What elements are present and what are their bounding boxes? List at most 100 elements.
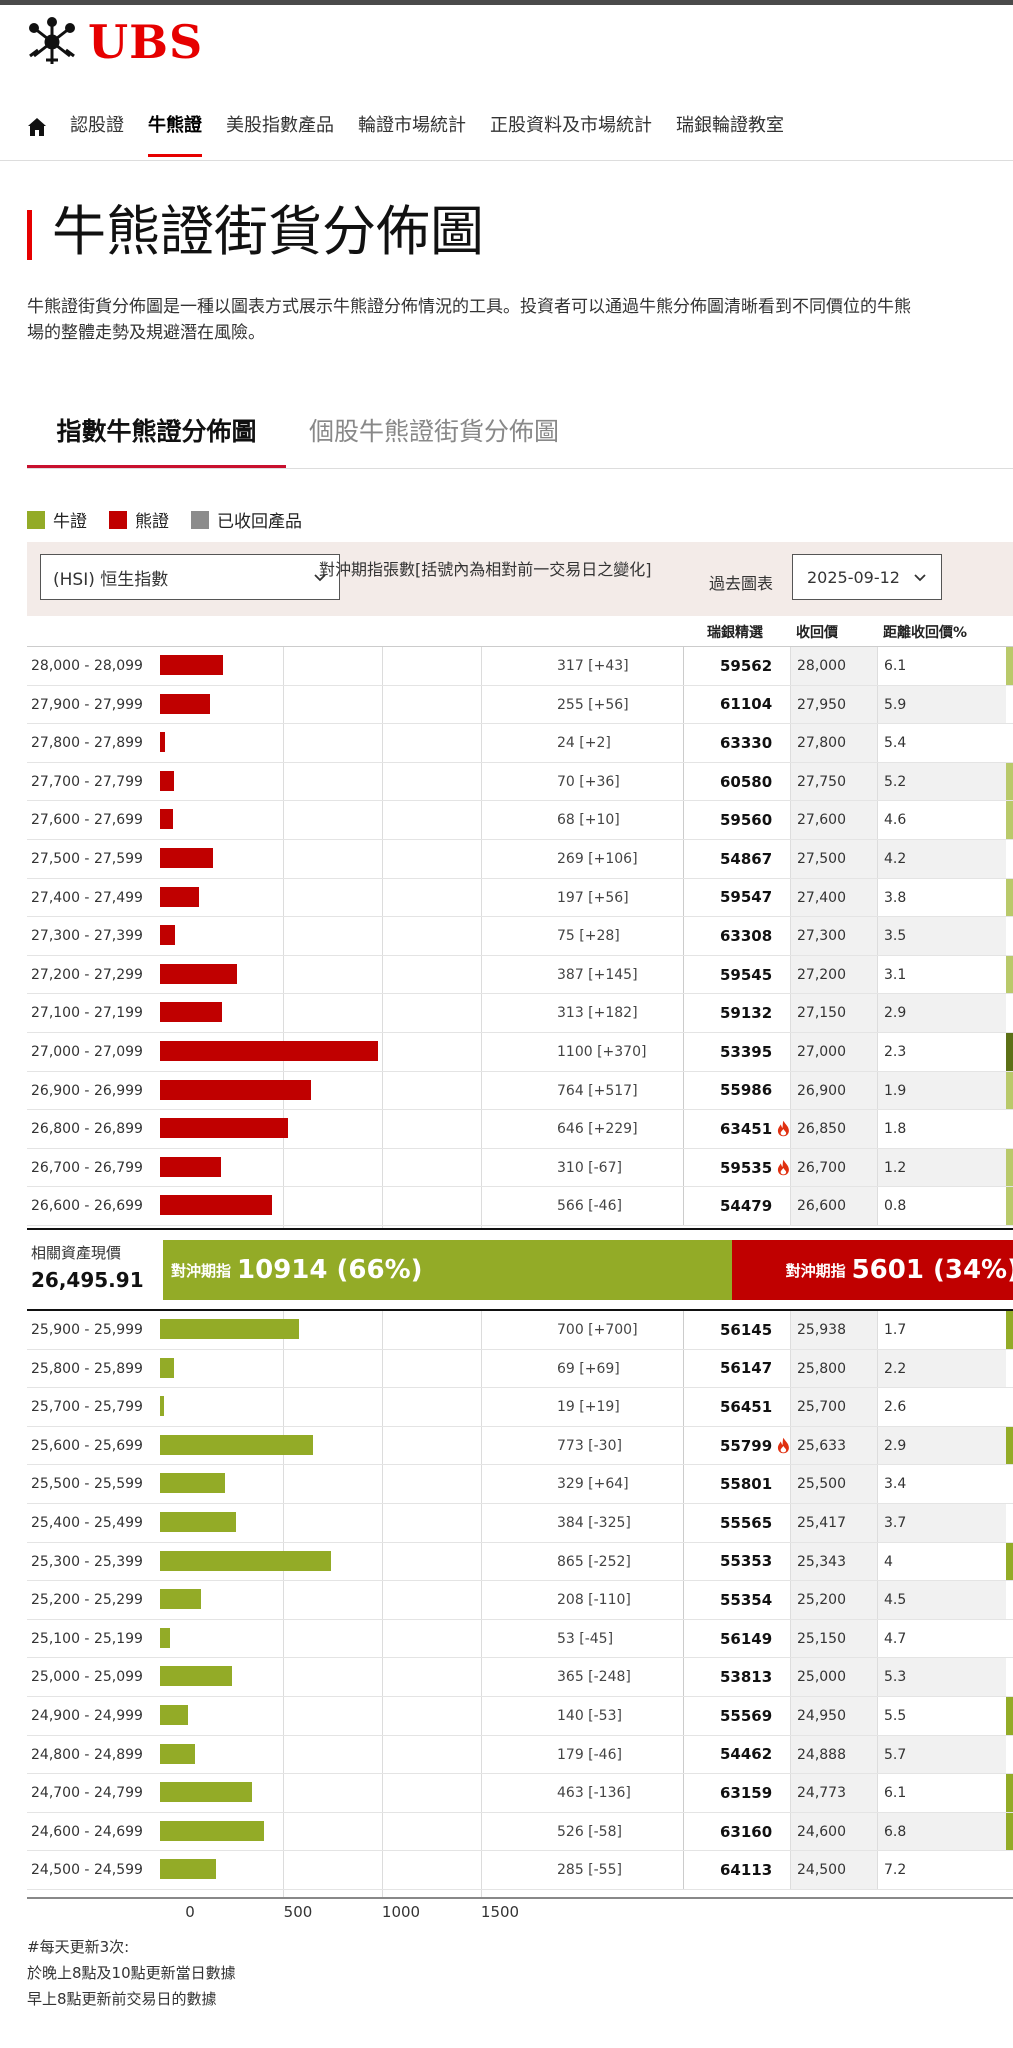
bull-bar[interactable]	[160, 1589, 202, 1610]
nav-item-market-stats[interactable]: 輪證市場統計	[358, 112, 466, 154]
price-range: 26,600 - 26,699	[31, 1198, 143, 1215]
distance-to-call: 5.2	[878, 762, 1006, 801]
bull-row: 25,400 - 25,499 384 [-325] 55565 25,417 3.7	[27, 1503, 1013, 1543]
hedge-count: 365 [-248]	[557, 1669, 631, 1686]
bear-bar[interactable]	[160, 847, 214, 868]
tab-index-cbbc[interactable]: 指數牛熊證分佈圖	[27, 404, 286, 468]
update-footnote: #每天更新3次: 於晚上8點及10點更新當日數據 早上8點更新前交易日的數據	[27, 1934, 236, 2012]
distance-to-call: 4.5	[878, 1581, 1006, 1619]
ubs-product-code[interactable]: 55986	[683, 1071, 790, 1110]
bull-bar[interactable]	[160, 1666, 233, 1687]
row-edge-marker	[1006, 1658, 1013, 1696]
bear-bar[interactable]	[160, 770, 174, 791]
product-code-text: 53395	[720, 1042, 773, 1061]
ubs-product-code[interactable]: 63159	[683, 1774, 790, 1812]
ubs-product-code[interactable]: 54479	[683, 1187, 790, 1225]
call-price: 26,700	[790, 1148, 878, 1187]
ubs-product-code[interactable]: 56149	[683, 1619, 790, 1658]
bull-hedge-value: 10914 (66%)	[237, 1255, 423, 1285]
bull-bar[interactable]	[160, 1859, 217, 1880]
date-select[interactable]: 2025-09-12	[792, 554, 942, 600]
bear-bar[interactable]	[160, 1118, 288, 1139]
nav-item-warrants[interactable]: 認股證	[70, 112, 124, 154]
bull-bar[interactable]	[160, 1704, 188, 1725]
ubs-product-code[interactable]: 60580	[683, 762, 790, 801]
call-price: 26,600	[790, 1187, 878, 1225]
ubs-product-code[interactable]: 64113	[683, 1851, 790, 1889]
ubs-product-code[interactable]: 55354	[683, 1581, 790, 1619]
ubs-product-code[interactable]: 56451	[683, 1388, 790, 1426]
ubs-product-code[interactable]: 55569	[683, 1696, 790, 1735]
home-icon[interactable]	[26, 116, 48, 138]
ubs-product-code[interactable]: 55353	[683, 1542, 790, 1581]
bull-row: 25,000 - 25,099 365 [-248] 53813 25,000 5.3	[27, 1658, 1013, 1697]
bull-bar[interactable]	[160, 1319, 299, 1339]
bear-row: 27,900 - 27,999 255 [+56] 61104 27,950 5.9	[27, 685, 1013, 725]
bear-bar[interactable]	[160, 655, 223, 675]
ubs-product-code[interactable]: 61104	[683, 685, 790, 724]
hedge-count: 69 [+69]	[557, 1360, 620, 1377]
nav-item-us-index[interactable]: 美股指數產品	[226, 112, 334, 154]
ubs-product-code[interactable]: 53813	[683, 1658, 790, 1696]
bull-bar[interactable]	[160, 1820, 265, 1841]
nav-item-education[interactable]: 瑞銀輪證教室	[676, 112, 784, 154]
ubs-logo[interactable]: UBS	[26, 15, 203, 69]
bear-bar[interactable]	[160, 809, 174, 830]
bull-bar[interactable]	[160, 1473, 226, 1494]
ubs-product-code[interactable]: 59547	[683, 878, 790, 917]
price-range: 25,100 - 25,199	[31, 1630, 143, 1647]
ubs-product-code[interactable]: 63160	[683, 1812, 790, 1851]
bear-bar[interactable]	[160, 1195, 273, 1216]
bear-bar[interactable]	[160, 963, 237, 984]
bear-bar[interactable]	[160, 1002, 222, 1023]
bull-bar[interactable]	[160, 1550, 332, 1571]
ubs-product-code[interactable]: 53395	[683, 1032, 790, 1071]
ubs-product-code[interactable]: 63451	[683, 1110, 790, 1148]
bear-bar[interactable]	[160, 732, 165, 753]
call-price: 25,417	[790, 1503, 878, 1542]
ubs-product-code[interactable]: 59560	[683, 801, 790, 839]
ubs-product-code[interactable]: 54462	[683, 1735, 790, 1774]
bull-bar[interactable]	[160, 1782, 252, 1803]
row-edge-marker	[1006, 1148, 1013, 1187]
bear-bar[interactable]	[160, 1156, 222, 1177]
tab-stock-cbbc[interactable]: 個股牛熊證街貨分佈圖	[309, 404, 559, 465]
nav-item-cbbc[interactable]: 牛熊證	[148, 112, 202, 157]
bull-bar[interactable]	[160, 1627, 171, 1648]
bear-bar[interactable]	[160, 886, 199, 907]
ubs-product-code[interactable]: 63330	[683, 724, 790, 762]
product-code-text: 61104	[720, 695, 773, 714]
ubs-product-code[interactable]: 59132	[683, 994, 790, 1032]
bear-bar[interactable]	[160, 693, 211, 714]
distance-to-call: 7.2	[884, 1862, 907, 1879]
ubs-product-code[interactable]: 55801	[683, 1465, 790, 1503]
ubs-product-code[interactable]: 59562	[683, 647, 790, 685]
bear-bar[interactable]	[160, 925, 175, 946]
bear-bar[interactable]	[160, 1040, 378, 1061]
index-select[interactable]: (HSI) 恒生指數	[40, 554, 340, 600]
distance-to-call: 5.7	[878, 1735, 1006, 1774]
bull-row: 25,700 - 25,799 19 [+19] 56451 25,700 2.6	[27, 1388, 1013, 1427]
distance-to-call: 4.6	[884, 812, 907, 829]
bull-bar[interactable]	[160, 1434, 314, 1455]
ubs-product-code[interactable]: 55565	[683, 1503, 790, 1542]
bull-bar[interactable]	[160, 1511, 237, 1532]
bull-bar[interactable]	[160, 1743, 196, 1764]
price-range: 27,500 - 27,599	[31, 850, 143, 867]
bear-bar[interactable]	[160, 1079, 312, 1100]
ubs-product-code[interactable]: 56145	[683, 1311, 790, 1349]
controls-bar: (HSI) 恒生指數 對沖期指張數[括號內為相對前一交易日之變化] 過去圖表 2…	[27, 542, 1013, 616]
nav-item-stock-data[interactable]: 正股資料及市場統計	[490, 112, 652, 154]
ubs-product-code[interactable]: 59535	[683, 1148, 790, 1187]
ubs-product-code[interactable]: 63308	[683, 917, 790, 955]
bull-bar[interactable]	[160, 1396, 164, 1417]
hedge-count: 1100 [+370]	[557, 1043, 647, 1060]
bull-bar[interactable]	[160, 1357, 174, 1378]
price-range: 25,900 - 25,999	[31, 1322, 143, 1338]
price-range: 25,000 - 25,099	[31, 1669, 143, 1686]
ubs-product-code[interactable]: 56147	[683, 1349, 790, 1388]
price-range: 25,300 - 25,399	[31, 1553, 143, 1570]
ubs-product-code[interactable]: 55799	[683, 1426, 790, 1465]
ubs-product-code[interactable]: 59545	[683, 955, 790, 994]
ubs-product-code[interactable]: 54867	[683, 839, 790, 878]
